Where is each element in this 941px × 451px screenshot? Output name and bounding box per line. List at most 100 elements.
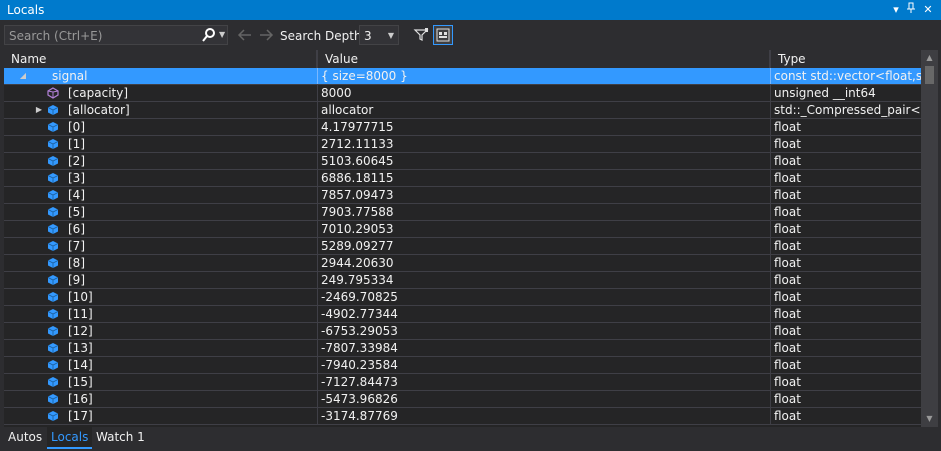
name-cell: [13]: [4, 340, 317, 356]
column-header-value[interactable]: Value: [317, 50, 770, 68]
value-cell[interactable]: 2712.11133: [317, 136, 770, 152]
pin-icon[interactable]: [904, 2, 918, 18]
window-title: Locals: [7, 3, 45, 17]
table-row[interactable]: [capacity] 8000 unsigned __int64: [4, 85, 921, 102]
table-row[interactable]: [12] -6753.29053 float: [4, 323, 921, 340]
column-header-type[interactable]: Type: [770, 50, 921, 68]
expand-arrow-icon[interactable]: ▶: [34, 102, 44, 118]
value-cell[interactable]: { size=8000 }: [317, 68, 770, 84]
field-icon: [47, 393, 59, 405]
table-row[interactable]: [7] 5289.09277 float: [4, 238, 921, 255]
value-cell[interactable]: 249.795334: [317, 272, 770, 288]
search-forward-icon[interactable]: [257, 26, 275, 44]
value-cell[interactable]: 6886.18115: [317, 170, 770, 186]
table-row[interactable]: [13] -7807.33984 float: [4, 340, 921, 357]
type-cell: float: [770, 221, 921, 237]
value-cell[interactable]: -4902.77344: [317, 306, 770, 322]
chevron-down-icon: ▼: [387, 31, 394, 40]
table-row[interactable]: [10] -2469.70825 float: [4, 289, 921, 306]
field-icon: [47, 240, 59, 252]
search-input[interactable]: Search (Ctrl+E) ▼: [4, 25, 228, 45]
scroll-up-icon[interactable]: ▲: [921, 50, 938, 66]
value-cell[interactable]: -7940.23584: [317, 357, 770, 373]
variable-name: [2]: [68, 154, 85, 168]
value-cell[interactable]: -3174.87769: [317, 408, 770, 424]
table-row[interactable]: [9] 249.795334 float: [4, 272, 921, 289]
value-cell[interactable]: 5289.09277: [317, 238, 770, 254]
variable-name: [capacity]: [68, 86, 129, 100]
name-cell: [2]: [4, 153, 317, 169]
table-row[interactable]: [4] 7857.09473 float: [4, 187, 921, 204]
search-depth-value: 3: [364, 29, 372, 43]
value-cell[interactable]: -5473.96826: [317, 391, 770, 407]
value-cell[interactable]: -7807.33984: [317, 340, 770, 356]
name-cell: [7]: [4, 238, 317, 254]
variable-name: [15]: [68, 375, 93, 389]
search-back-icon[interactable]: [236, 26, 254, 44]
value-cell[interactable]: -7127.84473: [317, 374, 770, 390]
search-depth-select[interactable]: 3 ▼: [359, 25, 399, 45]
field-icon: [47, 325, 59, 337]
type-cell: float: [770, 187, 921, 203]
table-row[interactable]: [3] 6886.18115 float: [4, 170, 921, 187]
table-row[interactable]: [6] 7010.29053 float: [4, 221, 921, 238]
value-cell[interactable]: 8000: [317, 85, 770, 101]
locals-grid: Name Value Type ◢ signal { size=8000 } cons…: [4, 50, 921, 427]
name-cell: [11]: [4, 306, 317, 322]
table-row[interactable]: ◢ signal { size=8000 } const std::vector<fl…: [4, 68, 921, 85]
scrollbar-thumb[interactable]: [925, 66, 934, 84]
close-icon[interactable]: ✕: [921, 2, 935, 18]
type-cell: float: [770, 238, 921, 254]
tab-autos[interactable]: Autos: [4, 427, 46, 447]
value-cell[interactable]: 7010.29053: [317, 221, 770, 237]
view-hex-toggle-icon[interactable]: [433, 25, 453, 45]
value-cell[interactable]: 5103.60645: [317, 153, 770, 169]
name-cell: ▶ [allocator]: [4, 102, 317, 118]
tab-watch-1[interactable]: Watch 1: [92, 427, 149, 447]
value-cell[interactable]: 4.17977715: [317, 119, 770, 135]
name-cell: [12]: [4, 323, 317, 339]
type-cell: float: [770, 255, 921, 271]
type-cell: float: [770, 391, 921, 407]
table-row[interactable]: [17] -3174.87769 float: [4, 408, 921, 425]
scroll-down-icon[interactable]: ▼: [921, 411, 938, 427]
value-cell[interactable]: -6753.29053: [317, 323, 770, 339]
name-cell: [6]: [4, 221, 317, 237]
name-cell: [14]: [4, 357, 317, 373]
value-cell[interactable]: allocator: [317, 102, 770, 118]
table-row[interactable]: [16] -5473.96826 float: [4, 391, 921, 408]
table-row[interactable]: [0] 4.17977715 float: [4, 119, 921, 136]
variable-name: [6]: [68, 222, 85, 236]
column-header-name[interactable]: Name: [4, 50, 317, 68]
table-row[interactable]: [8] 2944.20630 float: [4, 255, 921, 272]
table-row[interactable]: [11] -4902.77344 float: [4, 306, 921, 323]
table-row[interactable]: [5] 7903.77588 float: [4, 204, 921, 221]
search-icon[interactable]: [202, 27, 216, 43]
tab-locals[interactable]: Locals: [47, 427, 93, 449]
collapse-arrow-icon[interactable]: ◢: [18, 68, 28, 84]
variable-name: [4]: [68, 188, 85, 202]
search-options-dropdown-icon[interactable]: ▼: [219, 27, 227, 43]
field-icon: [47, 274, 59, 286]
name-cell: [5]: [4, 204, 317, 220]
property-icon: [47, 87, 59, 99]
table-row[interactable]: ▶ [allocator] allocator std::_Compressed_pa…: [4, 102, 921, 119]
toolbar: Search (Ctrl+E) ▼ Search Depth: 3 ▼: [0, 22, 941, 49]
field-icon: [47, 308, 59, 320]
filter-pin-icon[interactable]: [411, 25, 431, 45]
table-row[interactable]: [1] 2712.11133 float: [4, 136, 921, 153]
variable-name: [14]: [68, 358, 93, 372]
table-row[interactable]: [14] -7940.23584 float: [4, 357, 921, 374]
type-cell: float: [770, 289, 921, 305]
value-cell[interactable]: 7857.09473: [317, 187, 770, 203]
grid-header: Name Value Type: [4, 50, 921, 68]
table-row[interactable]: [15] -7127.84473 float: [4, 374, 921, 391]
value-cell[interactable]: 7903.77588: [317, 204, 770, 220]
type-cell: std::_Compressed_pair<st...: [770, 102, 921, 118]
vertical-scrollbar[interactable]: ▲ ▼: [921, 50, 938, 427]
table-row[interactable]: [2] 5103.60645 float: [4, 153, 921, 170]
value-cell[interactable]: 2944.20630: [317, 255, 770, 271]
value-cell[interactable]: -2469.70825: [317, 289, 770, 305]
name-cell: [4]: [4, 187, 317, 203]
window-menu-dropdown-icon[interactable]: ▾: [889, 2, 903, 18]
